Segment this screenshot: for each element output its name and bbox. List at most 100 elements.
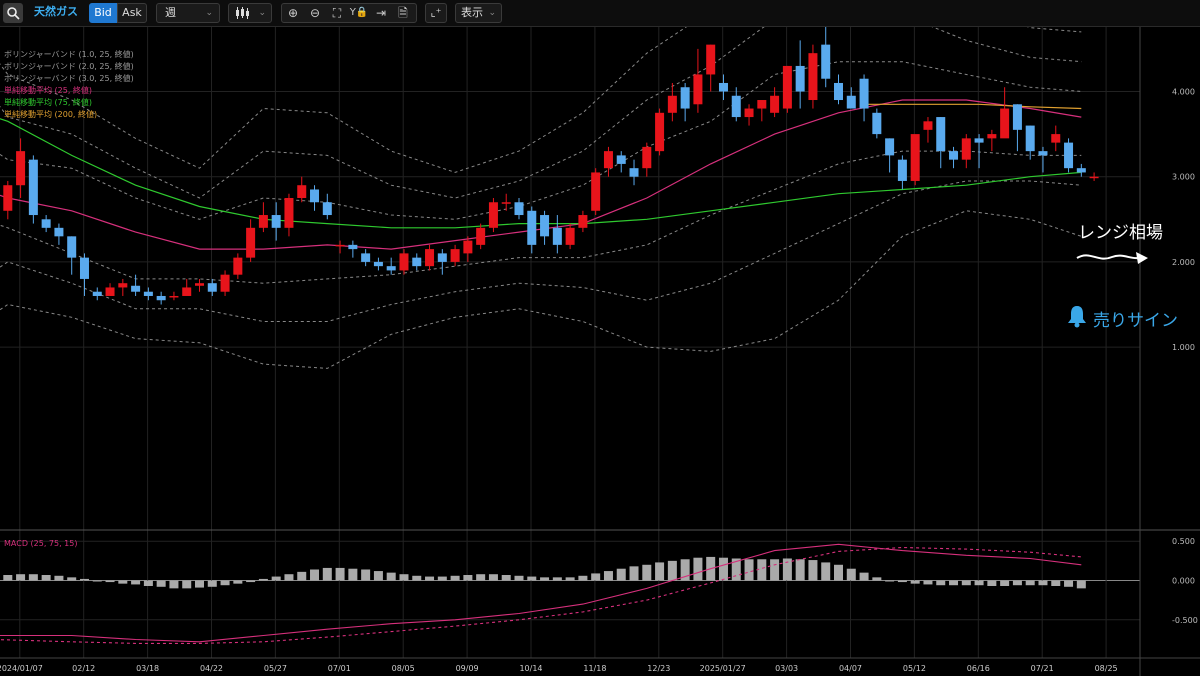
time-tick-label: 10/14: [519, 664, 542, 673]
candle-body: [1000, 108, 1010, 139]
macd-histogram-bar: [718, 557, 728, 581]
candle-body: [169, 295, 179, 298]
legend-bb1[interactable]: ボリンジャーバンド (1.0, 25, 終値): [4, 49, 134, 61]
chart-canvas[interactable]: 5.0004.0003.0002.0001.0006.0000.5000.000…: [0, 27, 1200, 676]
document-icon[interactable]: 🗎: [393, 3, 413, 23]
display-label: 表示: [461, 6, 483, 19]
macd-histogram-bar: [1038, 580, 1048, 586]
macd-histogram-bar: [936, 580, 946, 586]
candle-body: [373, 261, 383, 267]
macd-histogram-bar: [834, 564, 843, 581]
macd-histogram-bar: [348, 568, 358, 581]
time-tick-label: 02/12: [72, 664, 95, 673]
candle-body: [974, 138, 984, 143]
macd-histogram-bar: [258, 578, 268, 581]
time-tick-label: 04/22: [200, 664, 223, 673]
candle-body: [629, 168, 639, 177]
search-button[interactable]: [3, 3, 23, 23]
symbol-label[interactable]: 天然ガス: [30, 3, 82, 23]
macd-histogram-bar: [757, 559, 767, 581]
candle-body: [616, 155, 626, 164]
macd-histogram-bar: [207, 580, 217, 587]
macd-histogram-bar: [770, 559, 780, 581]
macd-histogram-bar: [808, 560, 818, 581]
bid-button[interactable]: Bid: [89, 3, 117, 23]
macd-histogram-bar: [412, 575, 422, 581]
candle-body: [412, 257, 422, 267]
candle-body: [1012, 104, 1022, 130]
candle-body: [987, 134, 997, 139]
macd-histogram-bar: [16, 574, 26, 581]
legend-sma75[interactable]: 単純移動平均 (75, 終値): [4, 97, 92, 109]
candle-body: [770, 95, 780, 113]
candle-body: [182, 287, 192, 296]
chart-type-select[interactable]: ⌄: [228, 3, 272, 23]
chevron-down-icon: ⌄: [488, 8, 496, 18]
candle-body: [744, 108, 754, 118]
macd-histogram-bar: [118, 580, 128, 584]
macd-histogram-bar: [514, 575, 524, 581]
display-menu[interactable]: 表示 ⌄: [455, 3, 502, 23]
candle-body: [118, 283, 128, 288]
add-indicator-button[interactable]: ⌞⁺: [425, 3, 447, 23]
macd-histogram-bar: [629, 566, 639, 581]
candle-body: [540, 215, 550, 237]
macd-histogram-bar: [399, 574, 409, 581]
macd-histogram-bar: [463, 574, 473, 581]
candle-body: [718, 82, 728, 92]
candle-body: [220, 274, 230, 292]
ask-button[interactable]: Ask: [117, 3, 147, 23]
candle-body: [28, 159, 38, 216]
macd-histogram-bar: [540, 577, 550, 581]
macd-histogram-bar: [322, 567, 332, 581]
time-tick-label: 08/25: [1095, 664, 1118, 673]
y-axis-lock-icon[interactable]: Y🔒: [349, 3, 369, 23]
fit-screen-icon[interactable]: ⛶: [327, 3, 347, 23]
candle-body: [271, 215, 281, 228]
macd-histogram-bar: [425, 576, 435, 581]
candle-body: [706, 44, 716, 75]
candle-body: [156, 295, 166, 301]
candle-body: [603, 151, 613, 169]
price-tick-label: 4.000: [1172, 88, 1195, 97]
macd-histogram-bar: [361, 569, 371, 581]
legend-bb2[interactable]: ボリンジャーバンド (2.0, 25, 終値): [4, 61, 134, 73]
time-tick-label: 03/18: [136, 664, 159, 673]
macd-histogram-bar: [821, 562, 831, 581]
zoom-in-icon[interactable]: ⊕: [283, 3, 303, 23]
macd-histogram-bar: [373, 571, 383, 581]
price-tick-label: 3.000: [1172, 173, 1195, 182]
period-value: 週: [165, 6, 176, 19]
macd-histogram-bar: [92, 580, 102, 582]
legend-sma200[interactable]: 単純移動平均 (200, 終値): [4, 109, 97, 121]
time-tick-label: 09/09: [456, 664, 479, 673]
macd-histogram-bar: [233, 580, 243, 584]
legend-sma25[interactable]: 単純移動平均 (25, 終値): [4, 85, 92, 97]
candle-body: [258, 215, 268, 228]
macd-histogram-bar: [195, 580, 204, 588]
macd-histogram-bar: [642, 564, 652, 581]
macd-histogram-bar: [1000, 580, 1010, 587]
time-tick-label: 08/05: [392, 664, 415, 673]
time-tick-label: 04/07: [839, 664, 862, 673]
candle-body: [284, 198, 294, 228]
jump-to-latest-icon[interactable]: ⇥: [371, 3, 391, 23]
macd-histogram-bar: [591, 573, 601, 581]
zoom-out-icon[interactable]: ⊖: [305, 3, 325, 23]
macd-histogram-bar: [67, 577, 77, 581]
period-select[interactable]: 週 ⌄: [156, 3, 220, 23]
candle-body: [501, 202, 511, 204]
price-tick-label: 1.000: [1172, 343, 1195, 352]
range-arrow: [1076, 254, 1139, 260]
candle-body: [3, 185, 13, 211]
macd-histogram-bar: [169, 580, 179, 589]
candle-body: [488, 202, 498, 228]
macd-histogram-bar: [667, 560, 677, 581]
candle-body: [310, 189, 320, 203]
range-arrow-head: [1136, 252, 1148, 264]
macd-histogram-bar: [41, 574, 51, 581]
time-tick-label: 06/16: [967, 664, 990, 673]
macd-histogram-bar: [527, 576, 537, 581]
legend-bb3[interactable]: ボリンジャーバンド (3.0, 25, 終値): [4, 73, 134, 85]
candle-body: [1051, 134, 1061, 143]
